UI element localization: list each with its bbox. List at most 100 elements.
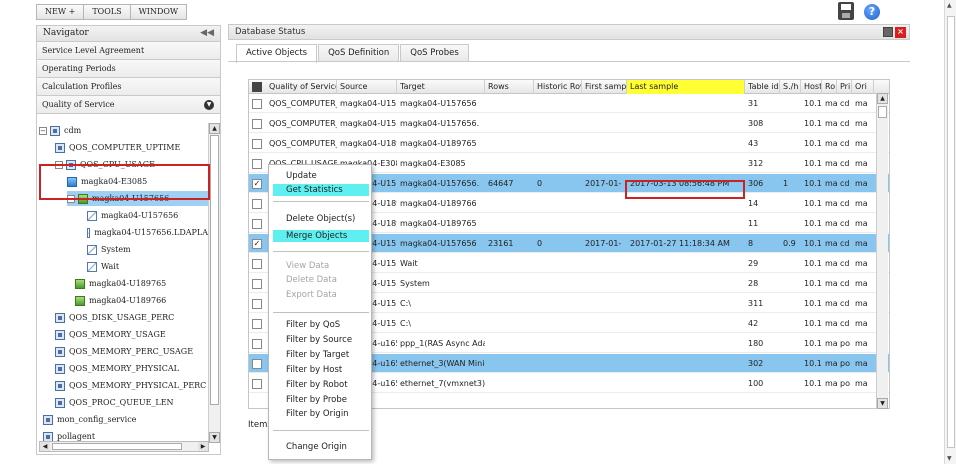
tree-node[interactable]: mon_config_service <box>43 412 208 427</box>
nav-section-sla[interactable]: Service Level Agreement <box>37 42 220 60</box>
table-row[interactable]: QOS_COMPUTER_UPTIMEmagka04-U157656magka0… <box>249 114 889 133</box>
tree-toggle-icon[interactable]: − <box>39 126 47 135</box>
scroll-up-icon[interactable]: ▲ <box>209 123 220 134</box>
folder-icon <box>55 329 65 340</box>
menu-item[interactable]: Filter by Source <box>273 334 369 346</box>
column-header[interactable]: Table id <box>745 80 780 94</box>
scroll-thumb[interactable] <box>52 443 182 450</box>
nav-section-operating-periods[interactable]: Operating Periods <box>37 60 220 78</box>
scroll-right-icon[interactable]: ▶ <box>198 442 208 451</box>
row-checkbox[interactable] <box>252 219 262 229</box>
tree-node[interactable]: QOS_MEMORY_USAGE <box>55 327 208 342</box>
column-header[interactable]: Ori <box>852 80 874 94</box>
column-header[interactable]: Target <box>397 80 485 94</box>
scroll-up-icon[interactable]: ▲ <box>947 2 952 9</box>
column-header[interactable]: Source <box>337 80 397 94</box>
row-checkbox[interactable] <box>252 99 262 109</box>
scroll-left-icon[interactable]: ◀ <box>40 442 50 451</box>
table-cell: 10.1 <box>804 239 822 248</box>
column-header[interactable]: Pri <box>837 80 852 94</box>
window-menu-button[interactable]: WINDOW <box>131 5 187 19</box>
new-menu-button[interactable]: NEW + <box>37 5 85 19</box>
scroll-thumb[interactable] <box>947 16 955 448</box>
menu-item[interactable]: Filter by Robot <box>273 379 369 391</box>
tree-node[interactable]: QOS_PROC_QUEUE_LEN <box>55 395 208 410</box>
menu-item[interactable]: Filter by Target <box>273 349 369 361</box>
close-icon[interactable]: × <box>895 27 906 38</box>
collapse-icon[interactable]: ◀◀ <box>200 26 214 41</box>
window-restore-icon[interactable] <box>883 27 893 37</box>
tree-node[interactable]: − cdm <box>39 123 208 138</box>
tree-node[interactable]: magka04-U189766 <box>75 293 208 308</box>
menu-item[interactable]: Change Origin <box>273 441 369 453</box>
help-icon[interactable]: ? <box>864 4 880 20</box>
menu-item[interactable]: Filter by Host <box>273 364 369 376</box>
tree-node[interactable]: Wait <box>87 259 208 274</box>
scroll-thumb[interactable] <box>210 135 219 405</box>
column-header[interactable]: Ro <box>822 80 837 94</box>
tree-node[interactable]: QOS_COMPUTER_UPTIME <box>55 140 208 155</box>
row-checkbox[interactable] <box>252 119 262 129</box>
nav-section-quality-of-service[interactable]: Quality of Service ▼ <box>37 96 220 114</box>
tree-node[interactable]: QOS_DISK_USAGE_PERC <box>55 310 208 325</box>
tree-node[interactable]: QOS_MEMORY_PHYSICAL_PERC <box>55 378 208 393</box>
row-checkbox[interactable] <box>252 159 262 169</box>
scroll-up-icon[interactable]: ▲ <box>877 93 888 104</box>
scroll-down-icon[interactable]: ▼ <box>209 432 220 443</box>
menu-item[interactable]: Get Statistics <box>273 184 369 196</box>
column-header[interactable]: Last sample <box>627 80 745 94</box>
menu-item[interactable]: Filter by QoS <box>273 319 369 331</box>
column-header[interactable]: Historic Rows <box>534 80 582 94</box>
row-checkbox[interactable] <box>252 199 262 209</box>
row-checkbox[interactable] <box>252 279 262 289</box>
menu-item[interactable]: Update <box>273 170 369 182</box>
row-checkbox[interactable] <box>252 379 262 389</box>
menu-item[interactable]: Filter by Probe <box>273 394 369 406</box>
save-icon[interactable] <box>838 2 854 20</box>
row-checkbox[interactable] <box>252 339 262 349</box>
scroll-thumb[interactable] <box>878 106 887 118</box>
tree-node[interactable]: QOS_MEMORY_PHYSICAL <box>55 361 208 376</box>
navigator-header: Navigator ◀◀ <box>37 26 220 42</box>
window-vertical-scrollbar[interactable]: ▲ ▼ <box>944 0 956 464</box>
column-header[interactable]: Rows <box>485 80 534 94</box>
chevron-down-icon[interactable]: ▼ <box>204 100 214 110</box>
table-cell: 29 <box>748 259 759 268</box>
row-checkbox[interactable] <box>252 139 262 149</box>
select-all-checkbox[interactable] <box>252 82 262 92</box>
menu-item[interactable]: Merge Objects <box>273 230 369 242</box>
table-cell <box>780 194 801 213</box>
row-checkbox[interactable] <box>252 259 262 269</box>
table-cell: 2017-01- <box>585 179 622 188</box>
nav-section-calculation-profiles[interactable]: Calculation Profiles <box>37 78 220 96</box>
row-checkbox[interactable] <box>252 299 262 309</box>
table-row[interactable]: QOS_COMPUTER_UPTIMEmagka04-U189765magka0… <box>249 134 889 153</box>
tree-node[interactable]: QOS_MEMORY_PERC_USAGE <box>55 344 208 359</box>
column-header[interactable]: S./h <box>780 80 801 94</box>
tree-horizontal-scrollbar[interactable]: ◀ ▶ <box>39 441 209 452</box>
menu-item[interactable]: Delete Object(s) <box>273 213 369 225</box>
tab-qos-probes[interactable]: QoS Probes <box>400 44 469 62</box>
table-row[interactable]: QOS_COMPUTER_UPTIMEmagka04-U157656magka0… <box>249 94 889 113</box>
top-toolbar: NEW + TOOLS WINDOW <box>36 4 188 20</box>
column-header[interactable]: Host <box>801 80 822 94</box>
tree-node[interactable]: magka04-U157656 <box>87 208 208 223</box>
table-cell: ma <box>825 179 837 188</box>
column-header[interactable]: Quality of Service <box>266 80 337 94</box>
row-checkbox[interactable]: ✓ <box>252 179 262 189</box>
tools-menu-button[interactable]: TOOLS <box>84 5 131 19</box>
tree-node[interactable]: System <box>87 242 208 257</box>
folder-icon <box>55 397 65 408</box>
scroll-down-icon[interactable]: ▼ <box>877 398 888 409</box>
grid-header: Quality of Service Source Target Rows Histor… <box>249 80 889 94</box>
menu-item[interactable]: Filter by Origin <box>273 408 369 420</box>
row-checkbox[interactable]: ✓ <box>252 239 262 249</box>
row-checkbox[interactable] <box>252 319 262 329</box>
scroll-down-icon[interactable]: ▼ <box>947 455 952 462</box>
column-header[interactable]: First sample <box>582 80 627 94</box>
tree-node[interactable]: magka04-U157656.LDAPLA <box>87 225 208 240</box>
tab-qos-definition[interactable]: QoS Definition <box>318 44 400 62</box>
grid-vertical-scrollbar[interactable]: ▲ ▼ <box>876 93 888 409</box>
row-checkbox[interactable] <box>252 359 262 369</box>
tree-node[interactable]: magka04-U189765 <box>75 276 208 291</box>
